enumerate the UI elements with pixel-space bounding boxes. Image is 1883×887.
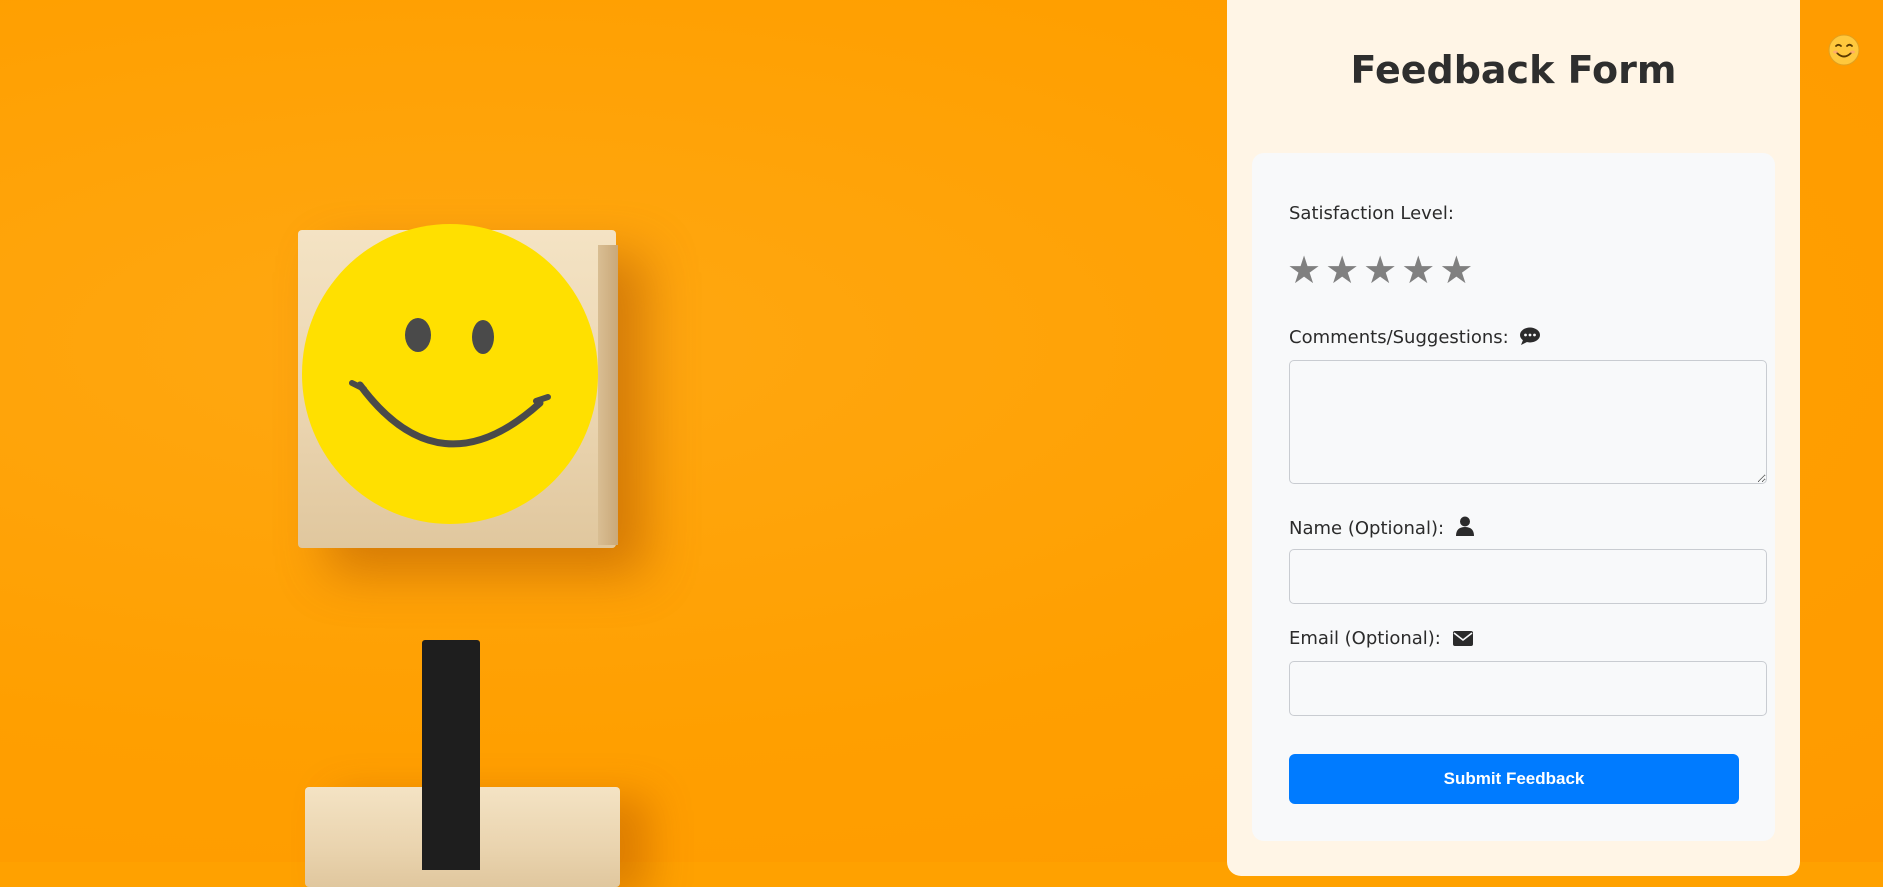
email-label-row: Email (Optional): bbox=[1289, 628, 1473, 651]
email-input[interactable] bbox=[1289, 661, 1767, 716]
name-label: Name (Optional): bbox=[1289, 518, 1445, 539]
feedback-panel: Feedback Form Satisfaction Level: ★ ★ ★ … bbox=[1227, 0, 1800, 876]
black-stick bbox=[422, 640, 480, 870]
feedback-card: Satisfaction Level: ★ ★ ★ ★ ★ Comments/S… bbox=[1252, 153, 1775, 841]
star-2[interactable]: ★ bbox=[1325, 250, 1359, 290]
comments-textarea[interactable] bbox=[1289, 360, 1767, 484]
comments-label-row: Comments/Suggestions: bbox=[1289, 327, 1541, 350]
star-4[interactable]: ★ bbox=[1401, 250, 1435, 290]
smiling-face-emoji-icon bbox=[1828, 34, 1860, 66]
wooden-block-side bbox=[598, 245, 618, 545]
envelope-icon bbox=[1452, 630, 1473, 651]
submit-feedback-button[interactable]: Submit Feedback bbox=[1289, 754, 1739, 804]
star-3[interactable]: ★ bbox=[1363, 250, 1397, 290]
satisfaction-label: Satisfaction Level: bbox=[1289, 203, 1454, 224]
page-title: Feedback Form bbox=[1350, 48, 1677, 92]
comments-label: Comments/Suggestions: bbox=[1289, 327, 1509, 348]
name-label-row: Name (Optional): bbox=[1289, 516, 1474, 541]
smiley-face-image bbox=[302, 224, 598, 524]
user-icon bbox=[1455, 516, 1474, 541]
star-5[interactable]: ★ bbox=[1439, 250, 1473, 290]
star-rating[interactable]: ★ ★ ★ ★ ★ bbox=[1287, 250, 1473, 290]
speech-bubble-icon bbox=[1520, 327, 1541, 350]
name-input[interactable] bbox=[1289, 549, 1767, 604]
star-1[interactable]: ★ bbox=[1287, 250, 1321, 290]
email-label: Email (Optional): bbox=[1289, 628, 1441, 649]
